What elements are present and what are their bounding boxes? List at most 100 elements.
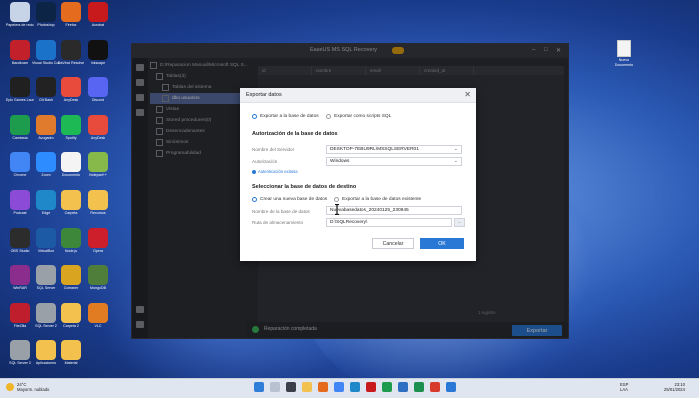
desktop-app-icon[interactable]: Git Bash: [32, 77, 60, 103]
option-label: Exportar a la base de datos: [260, 114, 319, 119]
option-existing-db[interactable]: Exportar a la base de datos existente: [334, 197, 421, 202]
easeus-icon[interactable]: [414, 382, 424, 392]
desktop-app-icon[interactable]: AnyDesk: [84, 114, 112, 141]
server-value: DESKTOP-7EBU9RL\MSSQLSERVER01: [330, 147, 419, 152]
desktop-app-icon[interactable]: Visual Studio Code: [32, 39, 60, 66]
desktop-app-icon[interactable]: MongoDB: [84, 265, 112, 291]
sql-recovery-icon[interactable]: [446, 382, 456, 392]
task-view-icon[interactable]: [286, 382, 296, 392]
desktop-app-icon[interactable]: Recursos: [84, 190, 112, 216]
app-icon: [10, 2, 30, 22]
desktop-app-icon[interactable]: WinRAR: [6, 265, 34, 291]
option-export-scripts[interactable]: Exportar como scripts SQL: [326, 114, 391, 119]
desktop-app-icon[interactable]: Bandicam: [6, 39, 34, 66]
desktop-app-icon[interactable]: FileZilla: [6, 302, 34, 329]
close-icon[interactable]: ✕: [464, 90, 471, 99]
desktop-app-icon[interactable]: Opera: [84, 227, 112, 254]
option-export-db[interactable]: Exportar a la base de datos: [252, 114, 319, 119]
desktop-icon-label: Firefox: [65, 23, 77, 27]
desktop-app-icon[interactable]: Aplicaciones: [32, 340, 60, 366]
server-select[interactable]: DESKTOP-7EBU9RL\MSSQLSERVER01 ⌄: [326, 145, 462, 154]
desktop-app-icon[interactable]: Acrobat: [84, 2, 112, 28]
file-explorer-icon[interactable]: [302, 382, 312, 392]
desktop-app-icon[interactable]: SQL Server 3: [6, 340, 34, 366]
app-icon[interactable]: [430, 382, 440, 392]
desktop-app-icon[interactable]: Edge: [32, 190, 60, 216]
camtasia-icon[interactable]: [382, 382, 392, 392]
app-icon: [36, 190, 56, 210]
desktop-file-icon[interactable]: Nuevo Documento: [612, 40, 636, 67]
firefox-icon[interactable]: [318, 382, 328, 392]
app-icon: [10, 39, 30, 60]
path-label: Ruta de almacenamiento: [252, 220, 304, 225]
desktop-icon-label: Epic Games Launcher: [6, 98, 34, 103]
edge-icon[interactable]: [350, 382, 360, 392]
desktop-app-icon[interactable]: SQL Server 2: [32, 302, 60, 329]
app-icon: [61, 265, 81, 286]
desktop-app-icon[interactable]: Firefox: [57, 2, 85, 28]
desktop-app-icon[interactable]: Node.js: [57, 227, 85, 254]
desktop-app-icon[interactable]: Photoshop: [32, 2, 60, 28]
radio-selected-icon[interactable]: [252, 114, 257, 119]
desktop-app-icon[interactable]: Chrome: [6, 152, 34, 178]
option-label: Crear una nueva base de datos: [260, 197, 328, 202]
desktop-app-icon[interactable]: AnyDesk: [57, 77, 85, 103]
desktop-app-icon[interactable]: Zoom: [32, 152, 60, 178]
app-icon: [10, 265, 30, 286]
app-icon: [88, 77, 108, 98]
chrome-icon[interactable]: [334, 382, 344, 392]
app-icon: [61, 227, 81, 248]
lang-layout: LAA: [620, 387, 628, 392]
ok-button[interactable]: OK: [420, 238, 464, 249]
desktop-app-icon[interactable]: Discord: [84, 77, 112, 103]
desktop-icon-label: Inkscape: [90, 60, 106, 65]
app-icon: [61, 302, 81, 323]
search-icon[interactable]: [270, 382, 280, 392]
desktop-app-icon[interactable]: Carpeta 2: [57, 302, 85, 329]
dbname-input[interactable]: Nuevabasedatos_20240125_230945: [326, 206, 462, 215]
radio-selected-icon[interactable]: [252, 197, 257, 202]
desktop-icon-label: Carpeta 2: [63, 323, 79, 328]
app-icon: [88, 39, 108, 60]
cancel-button[interactable]: Cancelar: [372, 238, 414, 249]
radio-icon[interactable]: [334, 197, 339, 202]
desktop-icon-label: AnyDesk: [63, 98, 79, 103]
app-icon: [88, 114, 108, 135]
app-icon: [88, 2, 108, 22]
weather-widget[interactable]: 24°C Mayorm. nublado: [6, 382, 49, 392]
acrobat-icon[interactable]: [366, 382, 376, 392]
desktop-icon-label: Recursos: [90, 211, 106, 215]
word-icon[interactable]: [398, 382, 408, 392]
app-icon: [36, 77, 56, 98]
desktop-app-icon[interactable]: OBS Studio: [6, 227, 34, 254]
desktop-icon-label: SQL Server 2: [35, 323, 57, 328]
clock[interactable]: 23:10 25/01/2024: [664, 382, 685, 392]
start-icon[interactable]: [254, 382, 264, 392]
desktop-app-icon[interactable]: SQL Server: [32, 265, 60, 291]
browse-folder-icon[interactable]: ···: [454, 218, 465, 227]
desktop-app-icon[interactable]: Inkscape: [84, 39, 112, 66]
desktop-app-icon[interactable]: Notepad++: [84, 152, 112, 178]
desktop-app-icon[interactable]: Avogadro: [32, 114, 60, 141]
language-indicator[interactable]: ESP LAA: [620, 382, 628, 392]
desktop-app-icon[interactable]: Camtasia: [6, 114, 34, 141]
desktop-app-icon[interactable]: VLC: [84, 302, 112, 329]
auth-select[interactable]: Windows ⌄: [326, 157, 462, 166]
desktop-app-icon[interactable]: VirtualBox: [32, 227, 60, 254]
auth-label: Autorización: [252, 159, 278, 164]
desktop-app-icon[interactable]: Papelera de reciclaje: [6, 2, 34, 28]
radio-icon[interactable]: [326, 114, 331, 119]
chevron-down-icon: ⌄: [453, 146, 458, 152]
desktop-app-icon[interactable]: Carpeta: [57, 190, 85, 216]
desktop-app-icon[interactable]: Epic Games Launcher: [6, 77, 34, 103]
desktop-app-icon[interactable]: DaVinci Resolve: [57, 39, 85, 66]
desktop-app-icon[interactable]: Podcast: [6, 190, 34, 216]
option-new-db[interactable]: Crear una nueva base de datos: [252, 197, 327, 202]
desktop-icon-label: AnyDesk: [90, 135, 106, 140]
app-icon: [61, 190, 81, 210]
desktop-app-icon[interactable]: Material: [57, 340, 85, 366]
desktop-app-icon[interactable]: Spotify: [57, 114, 85, 141]
desktop-app-icon[interactable]: Documento: [57, 152, 85, 178]
desktop-app-icon[interactable]: Ccleaner: [57, 265, 85, 291]
path-input[interactable]: D:\SQLRecovery\: [326, 218, 452, 227]
